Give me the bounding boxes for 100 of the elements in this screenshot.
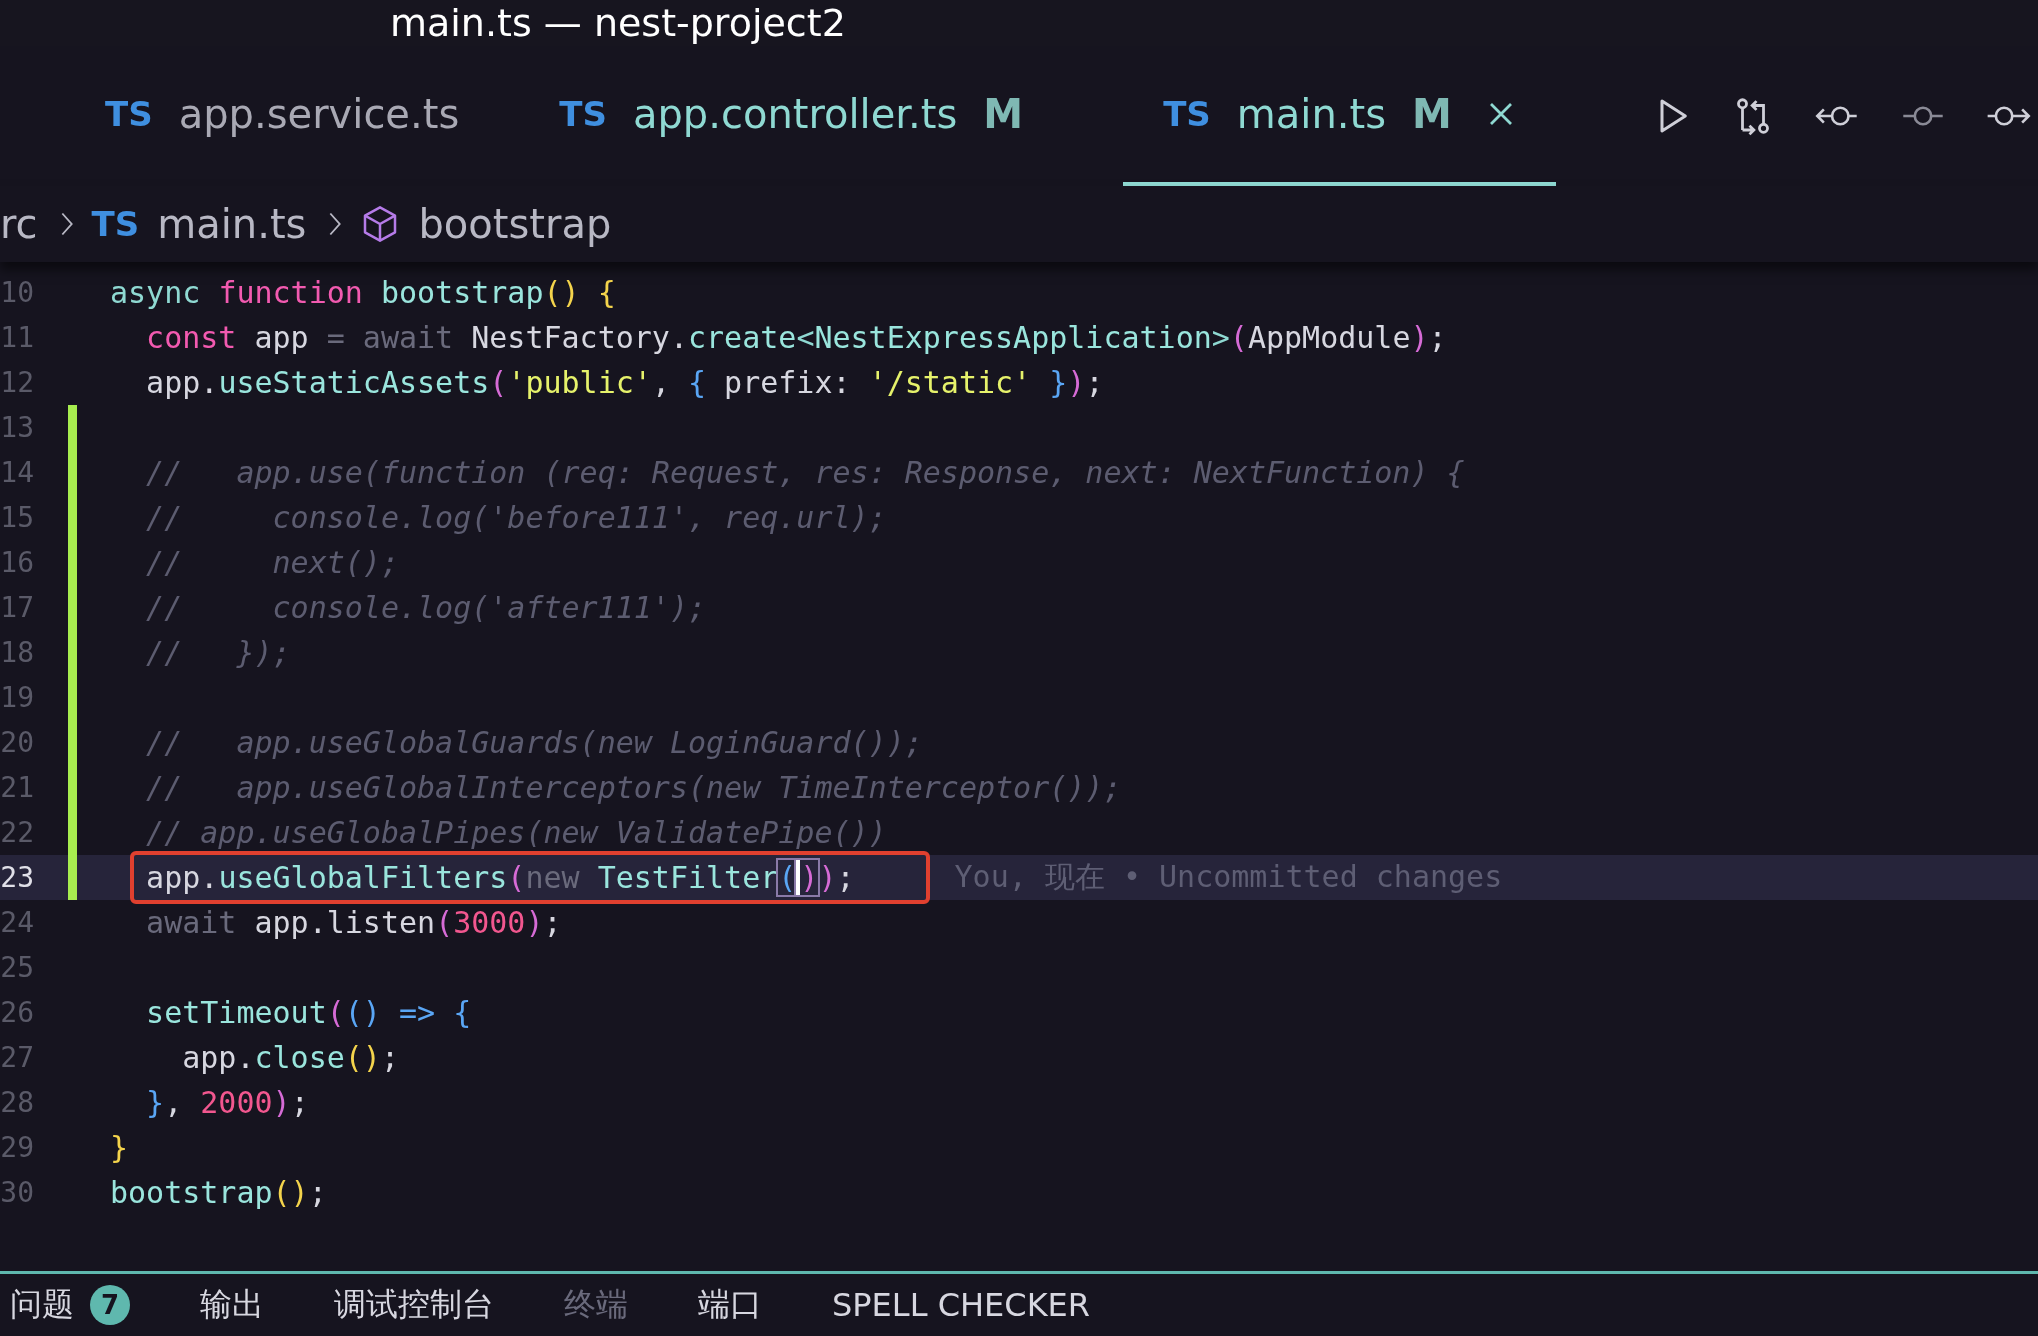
code-text: app.listen — [254, 905, 436, 940]
code-keyword: new — [525, 860, 581, 895]
code-identifier: create — [688, 320, 797, 355]
line-number: 26 — [0, 996, 34, 1029]
code-paren: ( — [326, 995, 345, 1030]
chevron-icon — [59, 210, 74, 238]
panel-tab[interactable]: 输出 — [200, 1283, 264, 1327]
line-number: 27 — [0, 1041, 34, 1074]
editor-tab[interactable]: TS app.service.ts — [105, 46, 500, 186]
code-number: 2000 — [200, 1085, 273, 1120]
added-lines-marker — [67, 855, 77, 900]
line-number: 28 — [0, 1086, 34, 1119]
code-text: ; — [380, 1040, 399, 1075]
code-text: app. — [145, 860, 219, 895]
panel-tab[interactable]: 问题 7 — [10, 1283, 130, 1327]
code-identifier: bootstrap — [380, 275, 544, 310]
code-paren: ) — [272, 1085, 291, 1120]
code-comment: // app.useGlobalGuards(new LoginGuard()); — [145, 725, 923, 760]
code-text: , — [651, 365, 671, 400]
code-identifier: setTimeout — [145, 995, 327, 1030]
code-text: app. — [181, 1040, 255, 1075]
line-number: 17 — [0, 591, 34, 624]
code-text: ; — [1428, 320, 1447, 355]
code-bracket: () — [543, 275, 581, 310]
code-text: prefix: — [723, 365, 852, 400]
code-number: 3000 — [453, 905, 526, 940]
code-identifier: bootstrap — [110, 1175, 273, 1210]
code-paren: ) — [525, 905, 544, 940]
code-paren: ( — [489, 365, 508, 400]
count-badge: 7 — [90, 1285, 130, 1325]
line-number: 15 — [0, 501, 34, 534]
line-number: 20 — [0, 726, 34, 759]
bracket-match: ( — [778, 860, 797, 895]
code-paren: ) — [1410, 320, 1429, 355]
editor-tab[interactable]: TS app.controller.ts M — [559, 46, 1064, 186]
code-text: , — [164, 1085, 184, 1120]
code-paren: ( — [507, 860, 526, 895]
typescript-icon: TS — [91, 204, 140, 244]
code-comment: // app.useGlobalPipes(new ValidatePipe()) — [145, 815, 887, 850]
code-keyword: await — [145, 905, 238, 940]
code-paren: ( — [435, 905, 454, 940]
code-identifier: close — [254, 1040, 345, 1075]
code-bracket: () — [272, 1175, 309, 1210]
code-comment: // console.log('before111', req.url); — [145, 500, 887, 535]
code-text: NestFactory. — [471, 320, 688, 355]
bracket-match: ) — [796, 860, 819, 895]
editor-tab[interactable]: TS main.ts M — [1123, 46, 1556, 186]
code-identifier: useGlobalFilters — [218, 860, 508, 895]
code-text: ; — [1085, 365, 1104, 400]
code-text: ; — [308, 1175, 327, 1210]
code-string: 'public' — [507, 365, 652, 400]
line-number: 16 — [0, 546, 34, 579]
line-number: 23 — [0, 861, 34, 894]
panel-tab[interactable]: 端口 — [698, 1283, 762, 1327]
added-lines-marker — [67, 405, 77, 450]
line-number: 10 — [0, 276, 34, 309]
code-identifier: NestExpressApplication — [814, 320, 1212, 355]
line-number: 21 — [0, 771, 34, 804]
breadcrumb-item[interactable]: main.ts — [157, 201, 307, 247]
line-number: 30 — [0, 1176, 34, 1209]
code-identifier: useStaticAssets — [218, 365, 490, 400]
code-text: AppModule — [1247, 320, 1411, 355]
code-text: app — [254, 320, 310, 355]
code-brace: => — [399, 995, 437, 1030]
panel-tab[interactable]: 调试控制台 — [334, 1283, 494, 1327]
breadcrumb-item[interactable]: bootstrap — [418, 201, 612, 247]
line-number: 25 — [0, 951, 34, 984]
code-brace: { — [453, 995, 472, 1030]
line-number: 24 — [0, 906, 34, 939]
code-brace: () — [344, 995, 382, 1030]
code-paren: ) — [1067, 365, 1086, 400]
code-keyword: < — [796, 320, 815, 355]
code-bracket: } — [110, 1130, 129, 1165]
code-keyword: = await — [326, 320, 455, 355]
code-string: '/static' — [868, 365, 1033, 400]
code-bracket: () — [344, 1040, 381, 1075]
panel-tab[interactable]: SPELL CHECKER — [832, 1286, 1091, 1324]
chevron-icon — [328, 210, 343, 238]
blame-annotation: You, 现在 • Uncommitted changes — [954, 858, 1503, 896]
code-keyword: const — [145, 320, 238, 355]
code-identifier: TestFilter — [597, 860, 779, 895]
line-number: 12 — [0, 366, 34, 399]
code-text: ; — [543, 905, 562, 940]
code-paren: ( — [1229, 320, 1248, 355]
code-comment: // console.log('after111'); — [145, 590, 707, 625]
line-number: 13 — [0, 411, 34, 444]
line-number: 29 — [0, 1131, 34, 1164]
code-comment: // }); — [145, 635, 291, 670]
code-brace: } — [1049, 365, 1068, 400]
code-comment: // next(); — [145, 545, 399, 580]
code-keyword: > — [1211, 320, 1230, 355]
breadcrumb-item[interactable]: rc — [0, 201, 38, 247]
line-number: 18 — [0, 636, 34, 669]
code-keyword: async — [110, 275, 202, 310]
code-text: app. — [145, 365, 219, 400]
code-bracket: { — [597, 275, 616, 310]
code-comment: // app.useGlobalInterceptors(new TimeInterceptor()); — [145, 770, 1122, 805]
code-brace: { — [688, 365, 707, 400]
code-text: ; — [836, 860, 855, 895]
code-comment: // app.use(function (req: Request, res: Response, next: NextFunction) { — [145, 455, 1465, 490]
